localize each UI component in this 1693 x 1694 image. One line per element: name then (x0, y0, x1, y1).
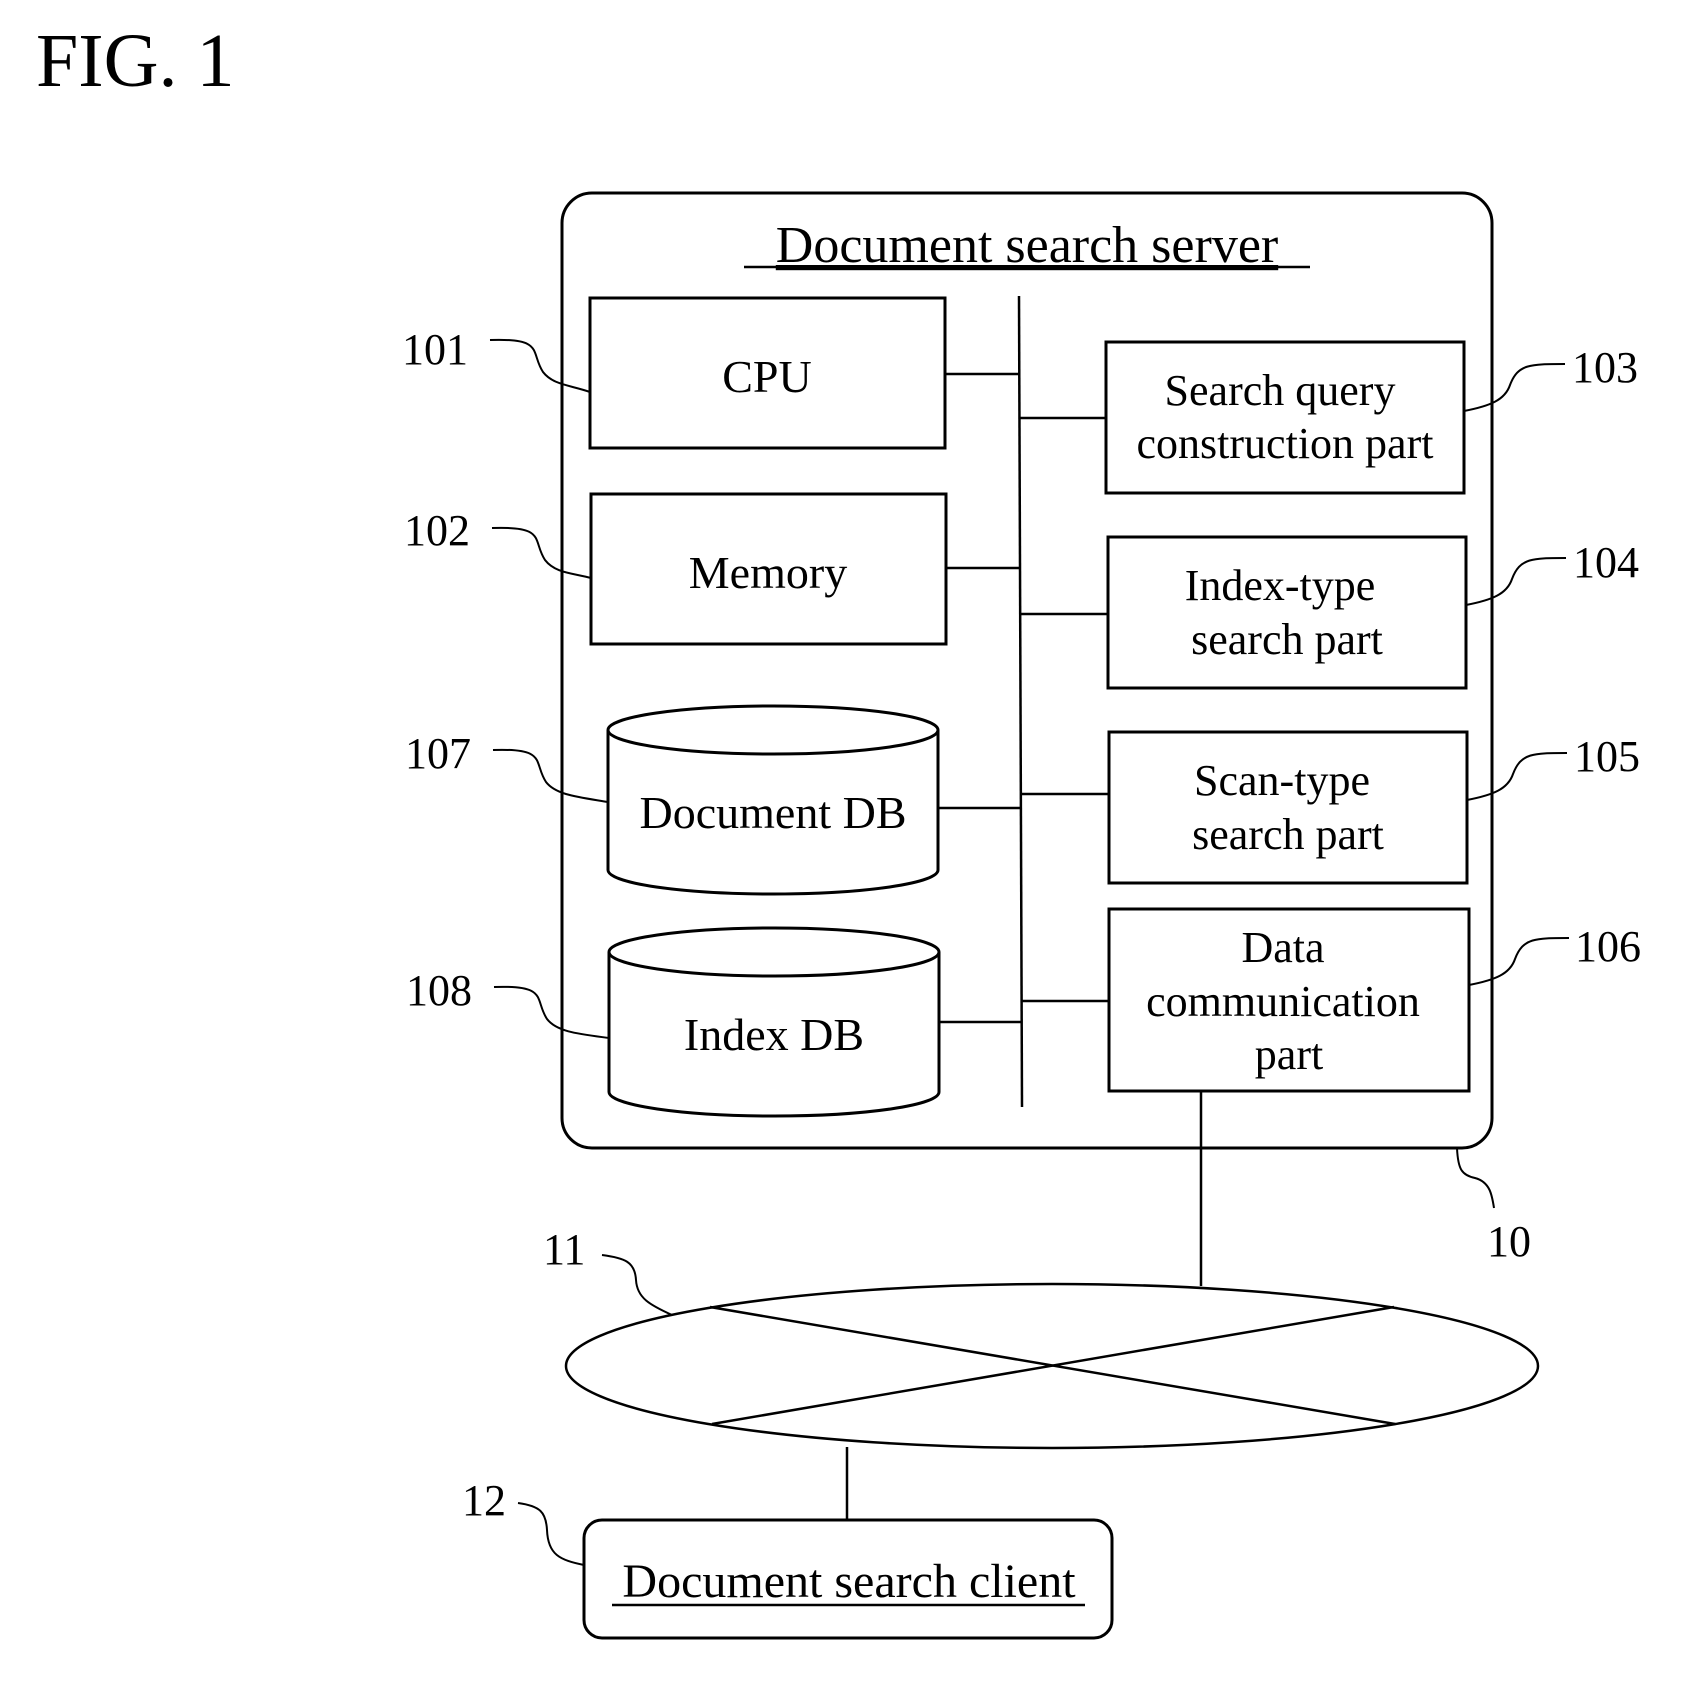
ref-105: 105 (1574, 732, 1640, 781)
leader-12 (517, 1502, 585, 1566)
datacomm-line1: Data (1241, 923, 1324, 972)
scan-search-line1: Scan-type (1194, 756, 1370, 805)
ref-102: 102 (404, 506, 470, 555)
datacomm-line2: communication (1146, 977, 1420, 1026)
query-construction-box (1104, 340, 1466, 495)
ref-103: 103 (1572, 343, 1638, 392)
memory-label: Memory (689, 547, 847, 598)
ref-104: 104 (1573, 538, 1639, 587)
scan-search-box (1107, 730, 1469, 885)
figure-title: FIG. 1 (36, 19, 234, 103)
query-construction-line1: Search query (1165, 366, 1396, 415)
leader-11 (601, 1254, 673, 1316)
scan-search-line2: search part (1192, 810, 1384, 859)
client-label: Document search client (622, 1555, 1076, 1608)
ref-108: 108 (406, 966, 472, 1015)
server-title: Document search server (776, 217, 1278, 274)
ref-106: 106 (1575, 922, 1641, 971)
leader-10 (1456, 1147, 1495, 1209)
ref-11: 11 (543, 1225, 585, 1274)
index-db-label: Index DB (684, 1009, 864, 1060)
ref-10: 10 (1487, 1217, 1531, 1266)
document-db-label: Document DB (639, 787, 906, 838)
datacomm-line3: part (1255, 1030, 1323, 1079)
system-diagram: FIG. 1 Document search server CPU Memory… (36, 19, 1641, 1640)
index-search-line2: search part (1191, 615, 1383, 664)
network-cloud (564, 1282, 1540, 1450)
ref-101: 101 (402, 325, 468, 374)
ref-12: 12 (462, 1476, 506, 1525)
cpu-label: CPU (722, 351, 811, 402)
index-search-box (1106, 535, 1468, 690)
query-construction-line2: construction part (1137, 419, 1434, 468)
ref-107: 107 (405, 729, 471, 778)
index-search-line1: Index-type (1185, 561, 1376, 610)
